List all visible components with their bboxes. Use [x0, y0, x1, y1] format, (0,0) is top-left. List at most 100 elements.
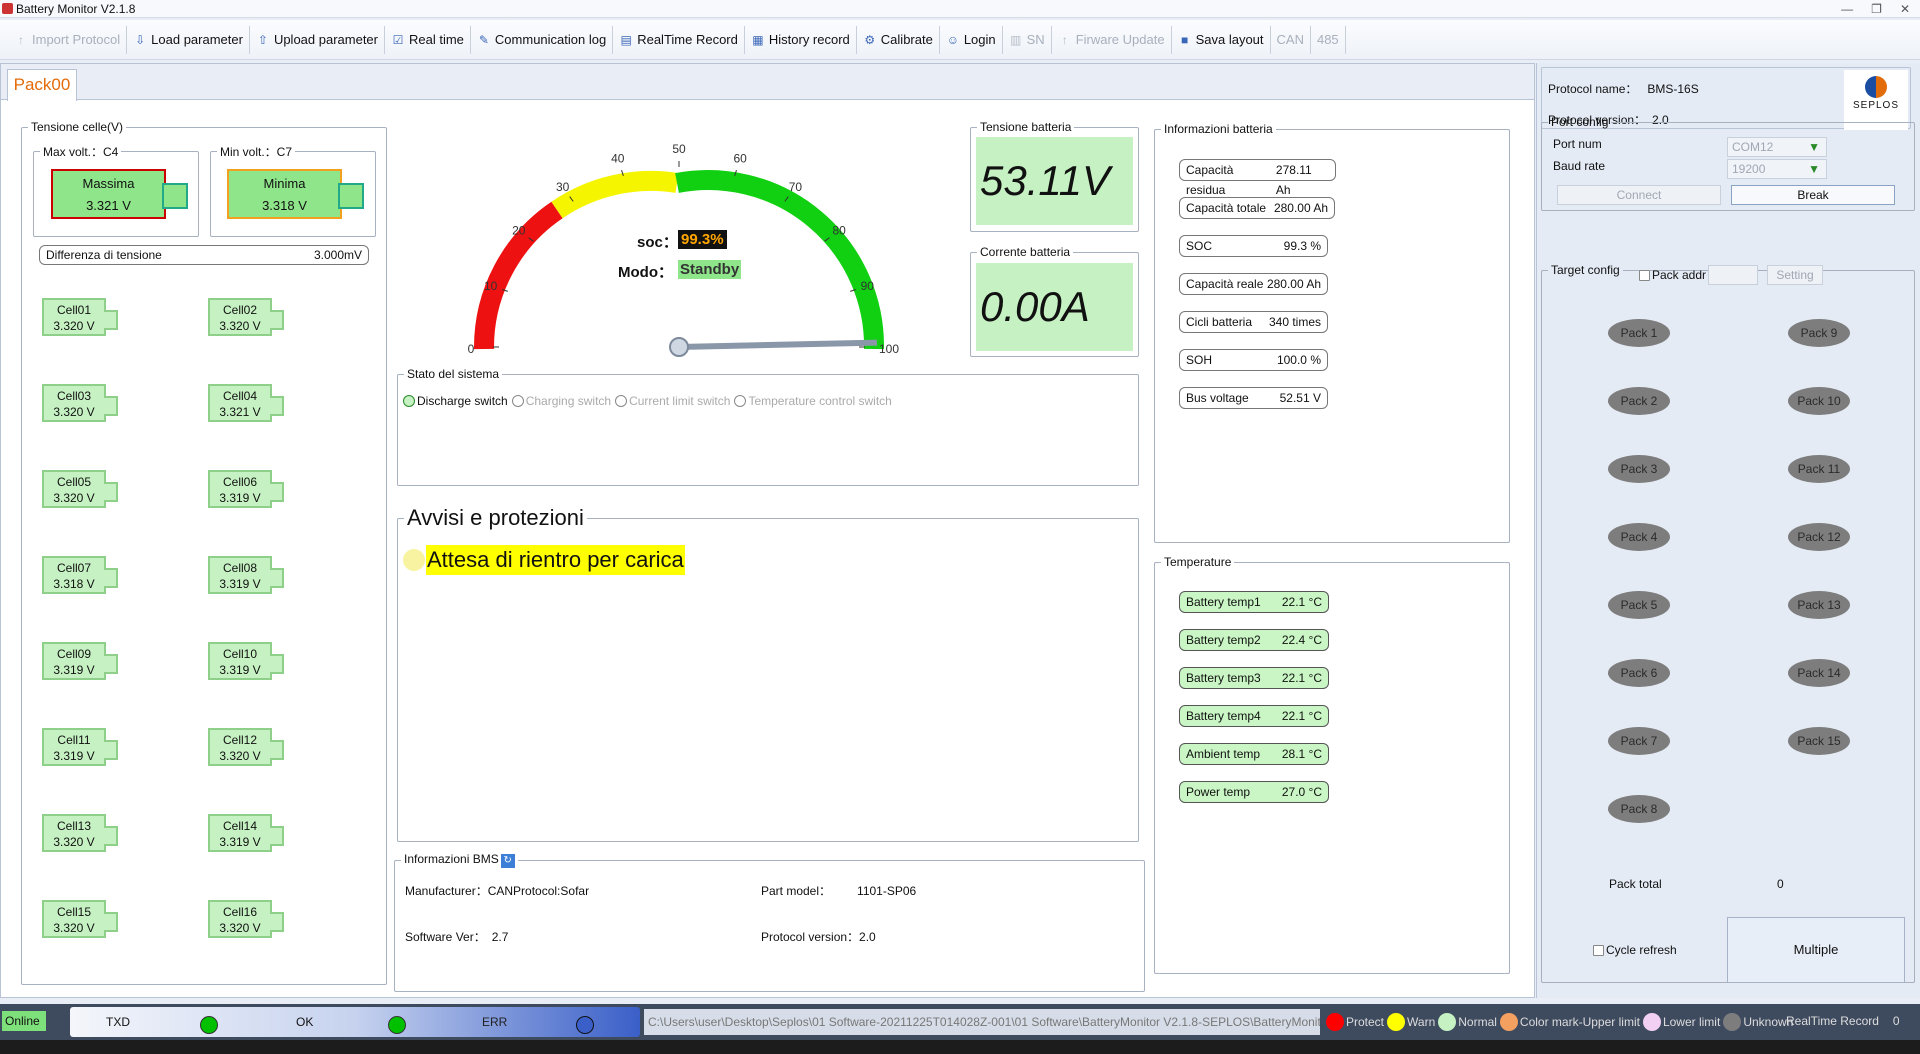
bms-info-panel: Informazioni BMS ↻ [394, 852, 1145, 992]
pack-2-indicator[interactable]: Pack 2 [1608, 387, 1670, 415]
pack-12-indicator[interactable]: Pack 12 [1788, 523, 1850, 551]
toolbar-label: Login [963, 32, 996, 47]
min-cell-battery: Minima 3.318 V [227, 169, 364, 219]
pack-addr-checkbox[interactable] [1639, 270, 1650, 281]
tab-pack00[interactable]: Pack00 [7, 69, 77, 101]
battery-info-capacit-reale: Capacità reale 280.00 Ah [1179, 273, 1328, 295]
pack-8-indicator[interactable]: Pack 8 [1608, 795, 1670, 823]
toolbar-can-button[interactable]: CAN [1271, 25, 1311, 54]
info-label: Capacità reale [1186, 277, 1264, 291]
max-volt-label: Max volt.：C4 [43, 145, 119, 159]
color-legend: Protect Warn Normal Color mark-Upper limit L… [1326, 1013, 1796, 1031]
min-volt-label: Min volt.：C7 [220, 145, 293, 159]
temp-value: 28.1 °C [1281, 747, 1322, 761]
multiple-button[interactable]: Multiple [1727, 917, 1905, 983]
toolbar-login-button[interactable]: ☺ Login [940, 25, 1003, 54]
break-button[interactable]: Break [1731, 185, 1895, 205]
pack-10-indicator[interactable]: Pack 10 [1788, 387, 1850, 415]
gauge-tick-label: 30 [556, 180, 570, 194]
target-config: Target config [1541, 263, 1915, 983]
toolbar-label: CAN [1276, 32, 1304, 47]
cell-name: Cell09 [56, 647, 92, 661]
cell-value: 3.318 V [53, 577, 95, 591]
pack-9-indicator[interactable]: Pack 9 [1788, 319, 1850, 347]
toolbar-real-time-button[interactable]: ☑ Real time [385, 25, 471, 54]
pack-3-indicator[interactable]: Pack 3 [1608, 455, 1670, 483]
toolbar-label: 485 [1316, 32, 1339, 47]
toolbar-label: SN [1026, 32, 1045, 47]
toolbar-communication-log-button[interactable]: ✎ Communication log [471, 25, 614, 54]
toolbar-sn-button[interactable]: ▥ SN [1003, 25, 1052, 54]
restore-icon[interactable]: ❐ [1871, 0, 1882, 18]
baud-select[interactable]: 19200 ▼ [1727, 159, 1827, 179]
temp-ambient-temp: Ambient temp 28.1 °C [1179, 743, 1329, 765]
setting-button[interactable]: Setting [1767, 265, 1823, 285]
pack-7-indicator[interactable]: Pack 7 [1608, 727, 1670, 755]
login-icon: ☺ [946, 32, 959, 47]
main-area: Pack00 Tensione celle(V) Max volt.：C4 Ma… [0, 63, 1535, 998]
tab-bar: Pack00 [1, 64, 1534, 101]
toolbar-label: RealTime Record [637, 32, 738, 47]
pack-addr-input[interactable] [1708, 265, 1758, 285]
voltage-value: 53.11V [976, 137, 1133, 225]
cell-name: Cell03 [56, 389, 92, 403]
toolbar-load-parameter-button[interactable]: ⇩ Load parameter [127, 25, 250, 54]
pack-13-indicator[interactable]: Pack 13 [1788, 591, 1850, 619]
switch-label: Discharge switch [417, 394, 508, 408]
barcode-icon: ▥ [1009, 32, 1022, 47]
pack-14-indicator[interactable]: Pack 14 [1788, 659, 1850, 687]
toolbar-label: Upload parameter [273, 32, 378, 47]
toolbar-sava-layout-button[interactable]: ■ Sava layout [1172, 25, 1271, 54]
max-cell-name: Massima [82, 176, 135, 191]
cell-name: Cell11 [57, 733, 91, 747]
cell-value: 3.321 V [219, 405, 261, 419]
gauge-tick-label: 0 [468, 342, 475, 356]
pack-15-indicator[interactable]: Pack 15 [1788, 727, 1850, 755]
toolbar-realtime-record-button[interactable]: ▤ RealTime Record [613, 25, 745, 54]
cell-battery-cell01: Cell01 3.320 V [42, 298, 118, 336]
switch-label: Current limit switch [629, 394, 731, 408]
legend-protect-icon [1326, 1013, 1344, 1031]
toolbar-label: Import Protocol [32, 32, 121, 47]
minimize-icon[interactable]: — [1841, 0, 1853, 18]
temp-battery-temp1: Battery temp1 22.1 °C [1179, 591, 1329, 613]
seplos-logo-icon [1865, 76, 1887, 98]
toolbar-485-button[interactable]: 485 [1311, 25, 1346, 54]
toolbar-history-record-button[interactable]: ▦ History record [745, 25, 857, 54]
window-title: Battery Monitor V2.1.8 [16, 2, 136, 16]
pack-4-indicator[interactable]: Pack 4 [1608, 523, 1670, 551]
toolbar-label: Load parameter [151, 32, 243, 47]
pack-6-indicator[interactable]: Pack 6 [1608, 659, 1670, 687]
toolbar-import-protocol-button[interactable]: ↑ Import Protocol [8, 25, 128, 54]
pack-total-value: 0 [1777, 877, 1784, 891]
temperature-legend: Temperature [1164, 555, 1232, 569]
txd-indicator-icon [200, 1016, 218, 1034]
cycle-refresh-checkbox[interactable] [1593, 945, 1604, 956]
gauge-tick-label: 50 [672, 142, 686, 156]
port-num-select[interactable]: COM12 ▼ [1727, 137, 1827, 157]
connect-button[interactable]: Connect [1557, 185, 1721, 205]
toolbar-calibrate-button[interactable]: ⚙ Calibrate [857, 25, 940, 54]
info-label: SOC [1186, 239, 1213, 253]
pack-1-indicator[interactable]: Pack 1 [1608, 319, 1670, 347]
cell-battery-cell04: Cell04 3.321 V [208, 384, 284, 422]
close-icon[interactable]: ✕ [1900, 0, 1910, 18]
cell-value: 3.319 V [219, 663, 261, 677]
cell-value: 3.319 V [53, 749, 95, 763]
pack-5-indicator[interactable]: Pack 5 [1608, 591, 1670, 619]
cell-battery-cell03: Cell03 3.320 V [42, 384, 118, 422]
cell-name: Cell01 [56, 303, 92, 317]
info-value: 99.3 % [1283, 239, 1321, 253]
pack-11-indicator[interactable]: Pack 11 [1788, 455, 1850, 483]
cell-battery-cell15: Cell15 3.320 V [42, 900, 118, 938]
refresh-icon[interactable]: ↻ [500, 854, 515, 868]
cell-name: Cell06 [222, 475, 258, 489]
switch-discharge-switch: Discharge switch [403, 394, 508, 408]
info-label: Capacità totale [1186, 201, 1267, 215]
gauge-tick-label: 100 [879, 342, 899, 356]
status-indicator-icon [734, 395, 747, 407]
toolbar-firware-update-button[interactable]: ↑ Firware Update [1052, 25, 1172, 54]
record-icon: ▤ [620, 32, 632, 47]
gauge-tick-label: 20 [512, 224, 526, 238]
toolbar-upload-parameter-button[interactable]: ⇧ Upload parameter [250, 25, 385, 54]
